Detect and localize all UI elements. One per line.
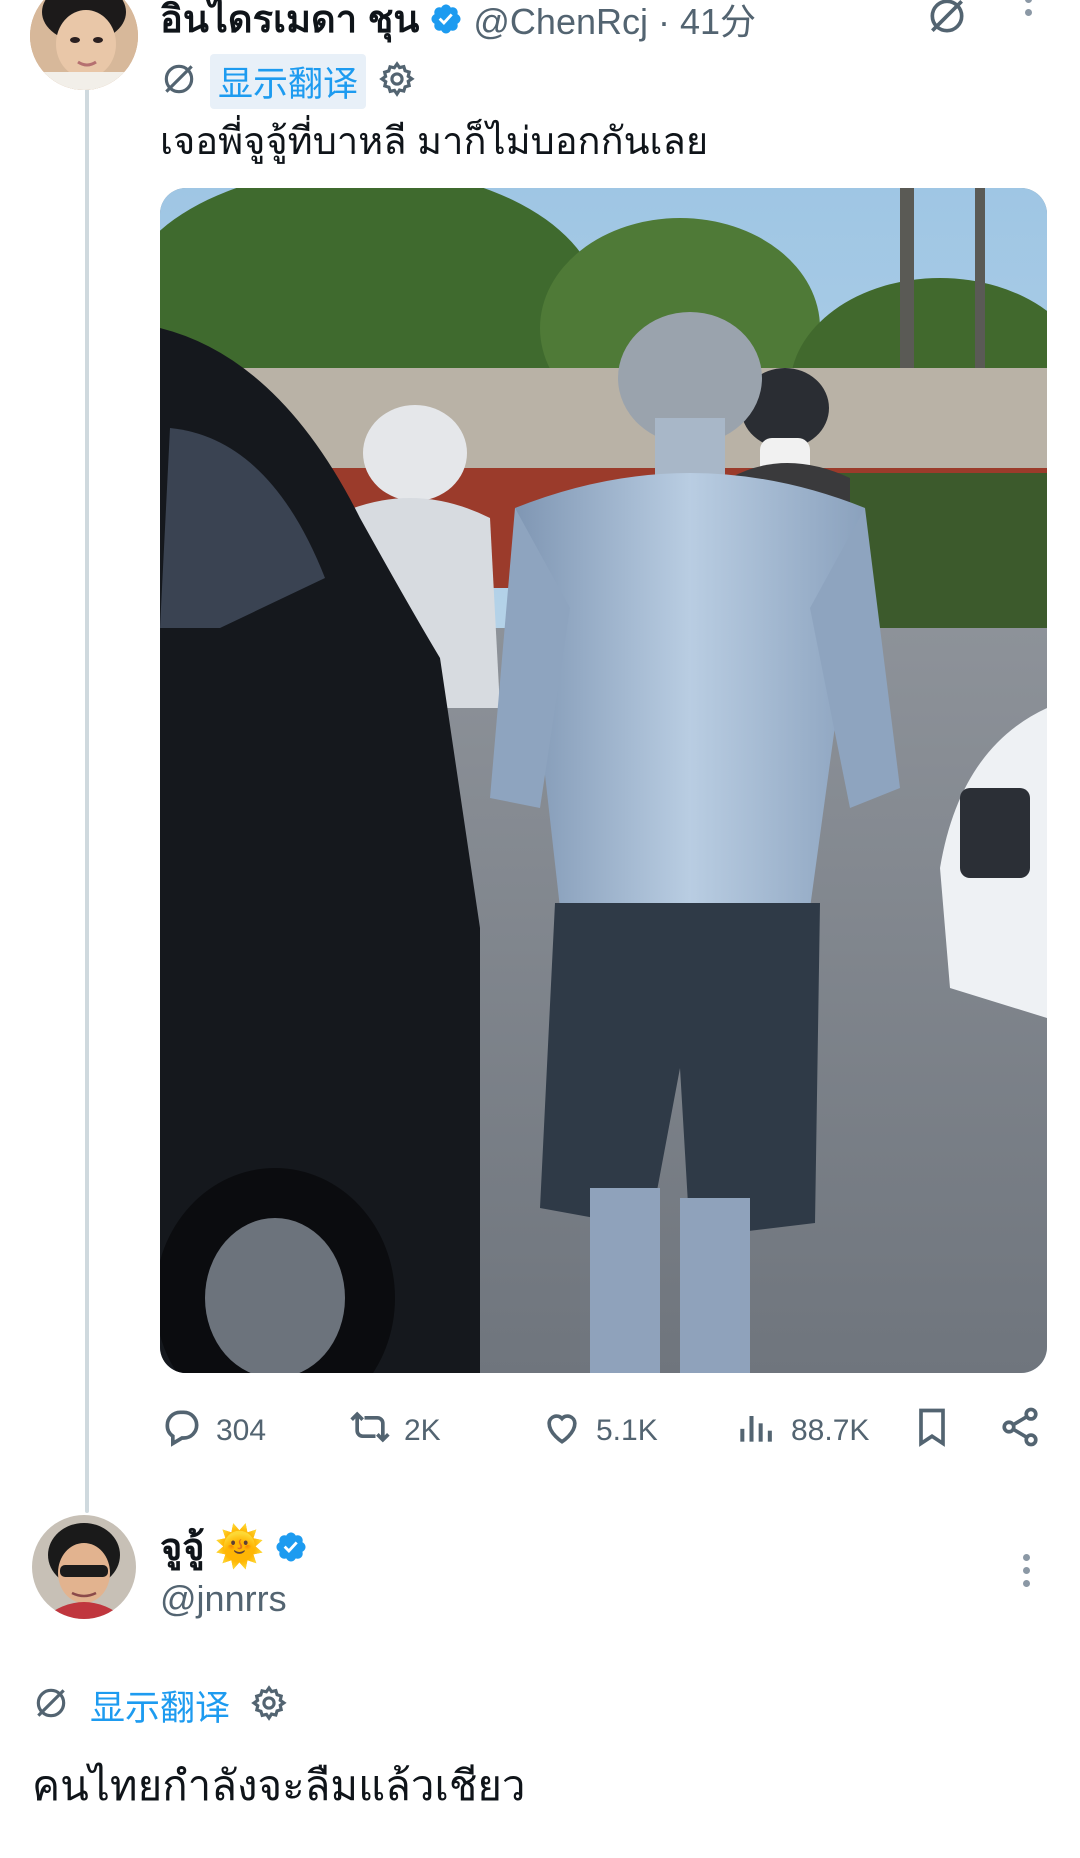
avatar[interactable]: [30, 0, 138, 90]
like-button[interactable]: 5.1K: [540, 1405, 658, 1457]
bookmark-button[interactable]: [910, 1405, 954, 1457]
more-icon[interactable]: [1020, 1548, 1032, 1593]
retweet-button[interactable]: 2K: [348, 1405, 441, 1457]
tweet-text: เจอพี่จูจู้ที่บาหลี มาก็ไม่บอกกันเลย: [160, 121, 709, 163]
tweet-action-bar: 304 2K 5.1K 88.7K: [160, 1405, 1050, 1461]
translate-icon: [32, 1684, 70, 1727]
sun-emoji: 🌞: [214, 1524, 265, 1569]
like-icon: [540, 1405, 584, 1457]
gear-icon[interactable]: [250, 1684, 288, 1727]
translate-row: 显示翻译: [32, 1678, 288, 1733]
grok-icon[interactable]: [925, 0, 969, 43]
verified-badge-icon: [429, 2, 463, 36]
views-count: 88.7K: [791, 1414, 870, 1447]
reply-icon: [160, 1405, 204, 1457]
tweet2-header: จูจู้ 🌞: [160, 1516, 308, 1577]
display-name[interactable]: จูจู้: [160, 1516, 205, 1577]
tweet-photo[interactable]: [160, 188, 1047, 1373]
avatar[interactable]: [32, 1515, 136, 1619]
show-translation-link[interactable]: 显示翻译: [210, 54, 367, 109]
bookmark-icon: [910, 1405, 954, 1457]
translate-row: 显示翻译: [160, 54, 416, 109]
retweet-count: 2K: [404, 1414, 441, 1447]
translate-icon: [160, 60, 198, 103]
gear-icon[interactable]: [378, 60, 416, 103]
verified-badge-icon: [274, 1530, 308, 1564]
tweet-text: คนไทยกำลังจะลืมแล้วเชียว: [32, 1762, 526, 1809]
tweet1-header: อินไดรเมดา ชุน @ChenRcj · 41分: [160, 0, 756, 49]
views-icon: [735, 1405, 779, 1457]
reply-count: 304: [216, 1414, 267, 1447]
thread-connector-line: [85, 88, 89, 1513]
share-icon: [998, 1405, 1042, 1457]
handle[interactable]: @jnnrrs: [160, 1578, 287, 1620]
retweet-icon: [348, 1405, 392, 1457]
like-count: 5.1K: [596, 1414, 658, 1447]
display-name[interactable]: อินไดรเมดา ชุน: [160, 0, 419, 49]
more-icon[interactable]: [1022, 0, 1034, 22]
views-button[interactable]: 88.7K: [735, 1405, 869, 1457]
show-translation-link[interactable]: 显示翻译: [82, 1678, 238, 1733]
handle-and-time: @ChenRcj · 41分: [473, 0, 757, 42]
share-button[interactable]: [998, 1405, 1042, 1457]
reply-button[interactable]: 304: [160, 1405, 266, 1457]
